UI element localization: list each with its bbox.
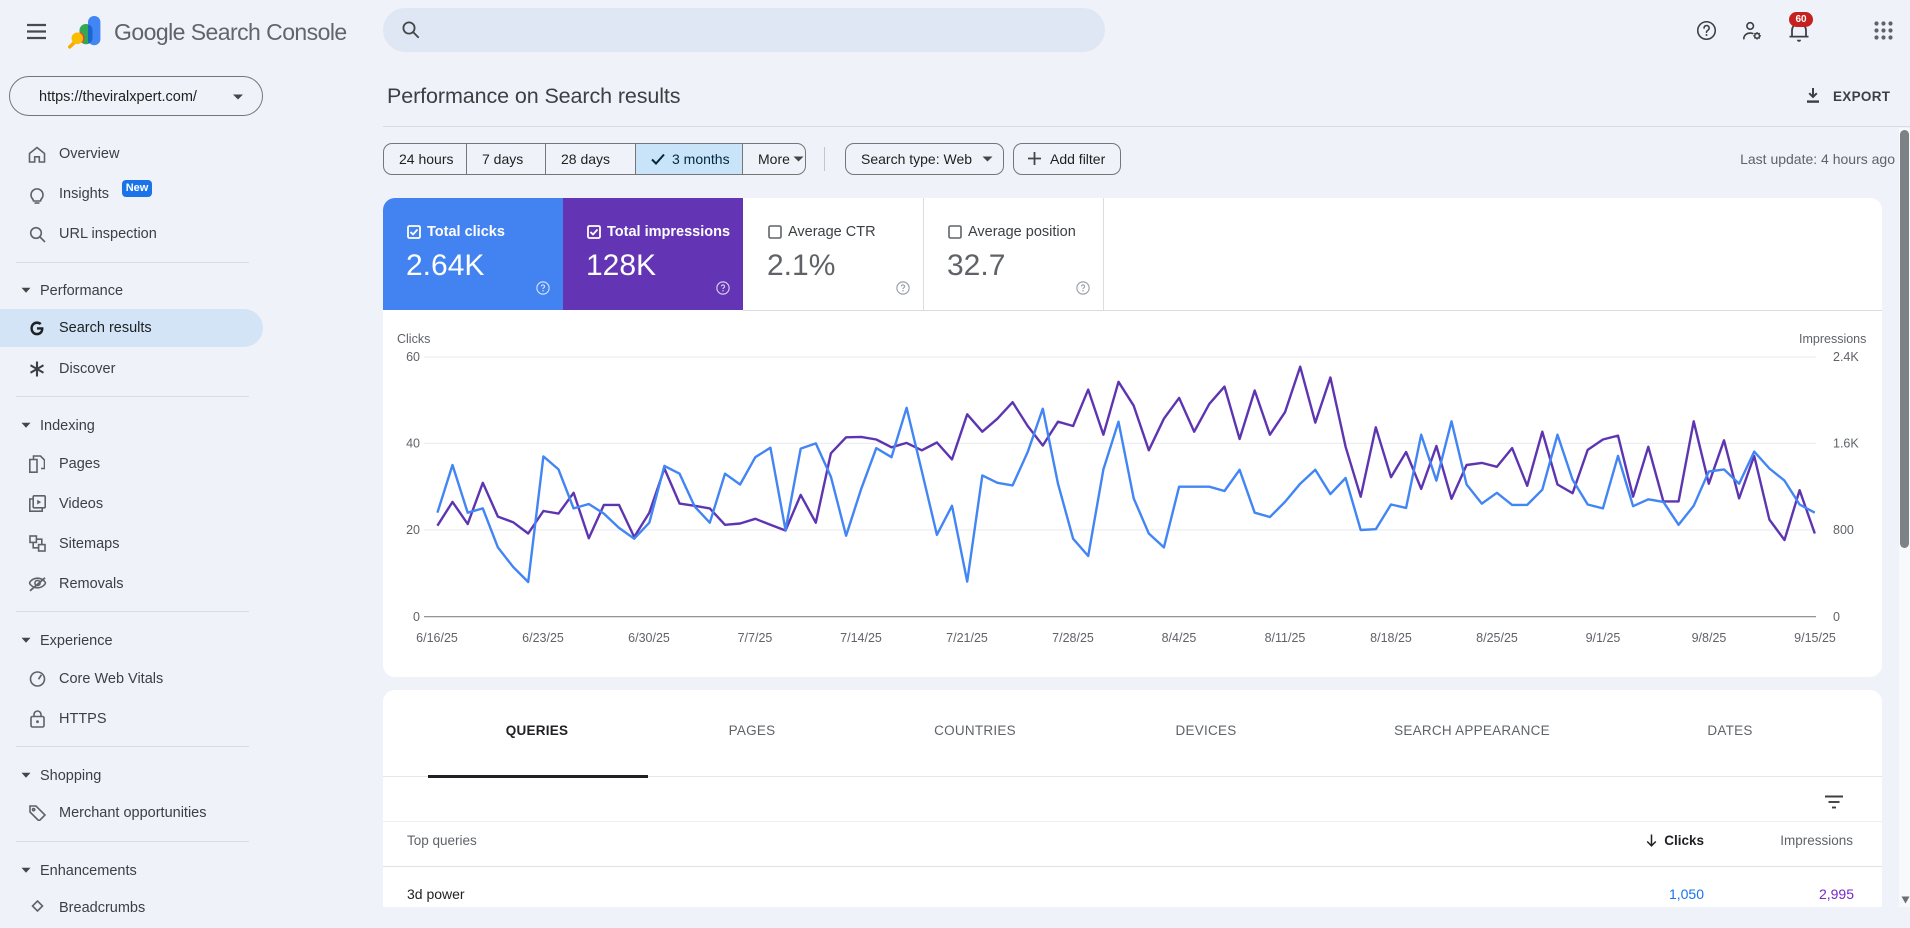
svg-text:8/11/25: 8/11/25 xyxy=(1265,631,1306,645)
svg-text:7/7/25: 7/7/25 xyxy=(738,631,773,645)
svg-text:1.6K: 1.6K xyxy=(1833,437,1859,451)
svg-text:8/25/25: 8/25/25 xyxy=(1476,631,1518,645)
svg-text:7/28/25: 7/28/25 xyxy=(1052,631,1094,645)
svg-text:60: 60 xyxy=(406,350,420,364)
svg-text:7/21/25: 7/21/25 xyxy=(946,631,988,645)
svg-text:6/23/25: 6/23/25 xyxy=(522,631,564,645)
svg-text:6/30/25: 6/30/25 xyxy=(628,631,670,645)
svg-text:0: 0 xyxy=(1833,610,1840,624)
svg-text:9/1/25: 9/1/25 xyxy=(1586,631,1621,645)
svg-text:7/14/25: 7/14/25 xyxy=(840,631,882,645)
svg-text:8/4/25: 8/4/25 xyxy=(1162,631,1197,645)
svg-text:40: 40 xyxy=(406,437,420,451)
svg-text:8/18/25: 8/18/25 xyxy=(1370,631,1412,645)
svg-text:9/8/25: 9/8/25 xyxy=(1692,631,1727,645)
svg-text:0: 0 xyxy=(413,610,420,624)
svg-text:Impressions: Impressions xyxy=(1799,332,1866,346)
svg-text:9/15/25: 9/15/25 xyxy=(1794,631,1836,645)
svg-text:20: 20 xyxy=(406,523,420,537)
svg-text:Clicks: Clicks xyxy=(397,332,430,346)
svg-text:800: 800 xyxy=(1833,523,1854,537)
svg-text:2.4K: 2.4K xyxy=(1833,350,1859,364)
svg-text:6/16/25: 6/16/25 xyxy=(416,631,458,645)
